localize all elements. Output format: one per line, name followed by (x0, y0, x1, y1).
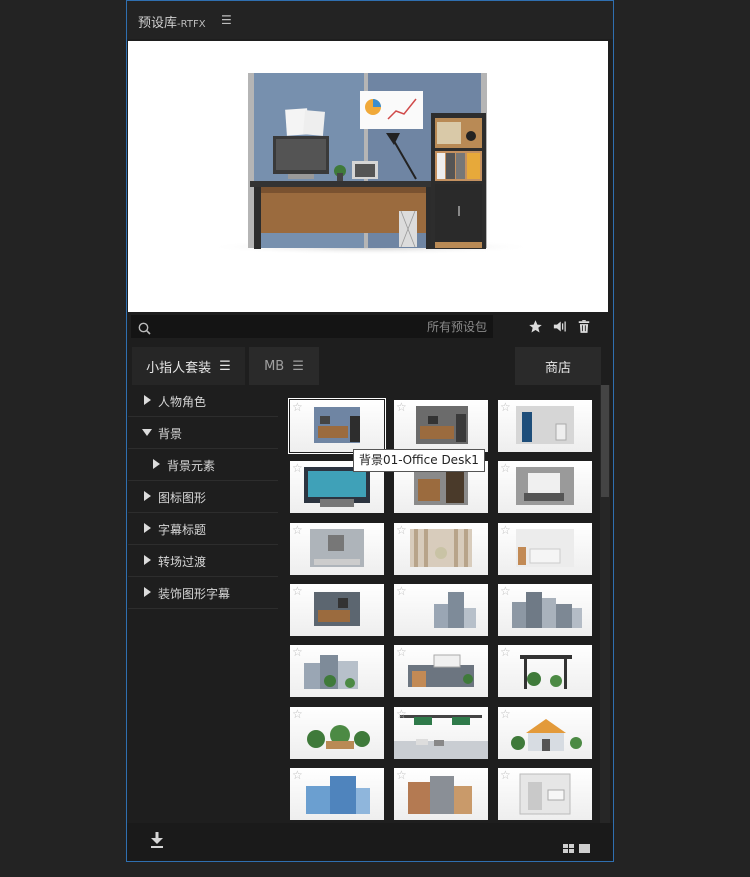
star-icon[interactable]: ☆ (292, 646, 303, 658)
sidebar-item-label: 字幕标题 (158, 523, 207, 537)
tab-mb[interactable]: MB ☰ (249, 347, 319, 385)
chevron-right-icon (153, 459, 160, 469)
preset-thumbnail[interactable]: ☆ (498, 768, 592, 820)
sidebar-item-label: 背景 (158, 427, 183, 441)
star-icon[interactable]: ☆ (396, 524, 407, 536)
star-icon[interactable]: ☆ (292, 708, 303, 720)
preset-thumbnail[interactable]: ☆ (498, 645, 592, 697)
sidebar-item-label: 装饰图形字幕 (158, 587, 231, 601)
preset-thumbnail[interactable]: ☆ (288, 398, 386, 454)
star-icon[interactable]: ☆ (292, 401, 303, 413)
sidebar-item-icons-graphics[interactable]: 图标图形 (128, 481, 278, 513)
preset-thumbnail[interactable]: ☆ (498, 461, 592, 513)
store-label: 商店 (544, 360, 571, 376)
preset-thumbnail[interactable]: ☆ (394, 400, 488, 452)
sidebar-item-label: 人物角色 (158, 395, 207, 409)
preset-thumbnail[interactable]: ☆ (498, 523, 592, 575)
search-bar (131, 315, 493, 338)
audio-icon[interactable] (552, 319, 567, 338)
star-icon[interactable]: ☆ (396, 401, 407, 413)
preset-thumbnail[interactable]: ☆ (498, 584, 592, 636)
tab-label: MB (264, 358, 285, 374)
sidebar-item-label: 转场过渡 (158, 555, 207, 569)
chevron-right-icon (144, 491, 151, 501)
star-icon[interactable]: ☆ (500, 769, 511, 781)
star-icon[interactable]: ☆ (292, 585, 303, 597)
sidebar-item-transitions[interactable]: 转场过渡 (128, 545, 278, 577)
preset-thumbnail[interactable]: ☆ (394, 707, 488, 759)
star-icon[interactable]: ☆ (396, 646, 407, 658)
preset-thumbnail[interactable]: ☆ (290, 523, 384, 575)
chevron-right-icon (144, 587, 151, 597)
sidebar-item-backgrounds[interactable]: 背景 (128, 417, 278, 449)
star-icon[interactable]: ☆ (500, 646, 511, 658)
preset-thumbnail[interactable]: ☆ (290, 645, 384, 697)
chevron-right-icon (144, 395, 151, 405)
chevron-right-icon (144, 523, 151, 533)
preset-thumbnail[interactable]: ☆ (394, 768, 488, 820)
sidebar-item-characters[interactable]: 人物角色 (128, 385, 278, 417)
category-sidebar: 人物角色 背景 背景元素 图标图形 字幕标题 转场过渡 装饰图形字幕 (128, 385, 278, 823)
star-icon[interactable]: ☆ (396, 708, 407, 720)
star-icon[interactable]: ☆ (292, 524, 303, 536)
scrollbar-thumb[interactable] (601, 385, 609, 497)
sidebar-item-background-elements[interactable]: 背景元素 (128, 449, 278, 481)
preset-thumbnail[interactable]: ☆ (498, 707, 592, 759)
thumbnail-tooltip: 背景01-Office Desk1 (353, 449, 485, 472)
tab-xiaozhiren[interactable]: 小指人套装 ☰ (132, 347, 245, 385)
preset-thumbnail[interactable]: ☆ (394, 584, 488, 636)
store-button[interactable]: 商店 (515, 347, 601, 385)
hamburger-icon[interactable]: ☰ (221, 13, 232, 27)
office-desk-preview-image (206, 73, 536, 255)
grid-view-icon[interactable] (563, 838, 574, 857)
sidebar-item-decorative-titles[interactable]: 装饰图形字幕 (128, 577, 278, 609)
star-icon[interactable]: ☆ (292, 462, 303, 474)
panel-title: 预设库-RTFX (138, 16, 206, 31)
panel-titlebar: 预设库-RTFX ☰ (127, 1, 613, 39)
star-icon[interactable]: ☆ (396, 769, 407, 781)
star-icon[interactable]: ☆ (500, 708, 511, 720)
sidebar-item-label: 图标图形 (158, 491, 207, 505)
download-icon[interactable] (150, 832, 164, 852)
tab-label: 小指人套装 (146, 360, 212, 376)
preset-thumbnail[interactable]: ☆ (394, 523, 488, 575)
hamburger-icon[interactable]: ☰ (219, 359, 231, 374)
preset-preview (128, 41, 608, 312)
grid-scrollbar[interactable] (600, 385, 610, 823)
panel-subtitle: -RTFX (177, 19, 206, 30)
star-icon[interactable]: ☆ (396, 585, 407, 597)
search-input[interactable] (157, 317, 487, 336)
list-view-icon[interactable] (579, 838, 590, 857)
star-icon[interactable] (528, 319, 543, 338)
preset-thumbnail[interactable]: ☆ (394, 645, 488, 697)
star-icon[interactable]: ☆ (500, 524, 511, 536)
star-icon[interactable]: ☆ (292, 769, 303, 781)
star-icon[interactable]: ☆ (500, 462, 511, 474)
star-icon[interactable]: ☆ (500, 401, 511, 413)
panel-footer (127, 823, 613, 861)
sidebar-item-titles[interactable]: 字幕标题 (128, 513, 278, 545)
search-icon (138, 320, 151, 339)
star-icon[interactable]: ☆ (500, 585, 511, 597)
preset-thumbnail[interactable]: ☆ (290, 584, 384, 636)
preset-library-panel: 预设库-RTFX ☰ 所有预设包 小指人套装 ☰ MB ☰ 商店 人物角色 背景… (126, 0, 614, 862)
preset-thumbnail[interactable]: ☆ (290, 707, 384, 759)
chevron-down-icon (142, 429, 152, 436)
preset-thumbnail[interactable]: ☆ (290, 768, 384, 820)
sidebar-item-label: 背景元素 (167, 459, 216, 473)
chevron-right-icon (144, 555, 151, 565)
preset-thumbnail[interactable]: ☆ (498, 400, 592, 452)
hamburger-icon[interactable]: ☰ (292, 359, 304, 374)
trash-icon[interactable] (577, 319, 591, 338)
